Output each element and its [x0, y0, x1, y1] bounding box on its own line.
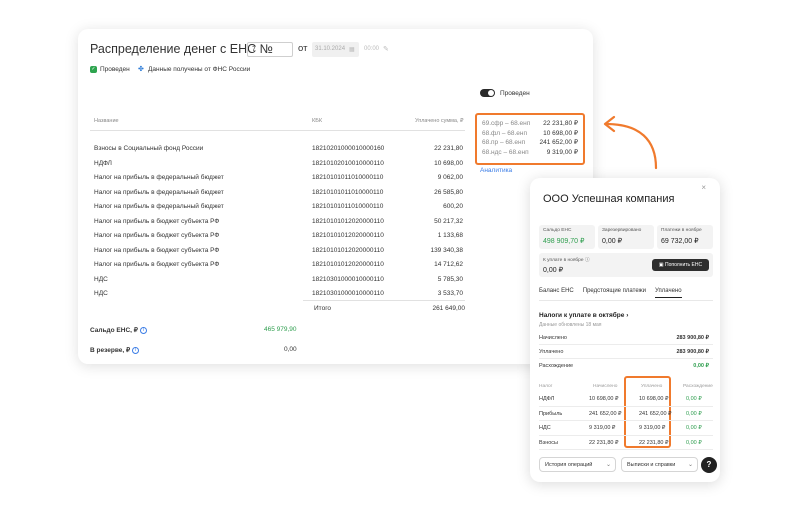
tab-upcoming[interactable]: Предстоящие платежи [583, 288, 646, 298]
chevron-down-icon: ⌄ [687, 462, 693, 468]
divider [539, 449, 713, 450]
tax-cell-diff: 0,00 ₽ [686, 396, 702, 402]
kpi-value: 0,00 ₽ [602, 238, 623, 245]
summary-accrued: Начислено 283 900,80 ₽ [539, 335, 713, 341]
statements-select-label: Выписки и справки [627, 462, 676, 468]
divider [539, 434, 713, 436]
tab-balance[interactable]: Баланс ЕНС [539, 288, 574, 298]
statements-select[interactable]: Выписки и справки ⌄ [621, 457, 698, 472]
tax-cell-paid: 9 319,00 ₽ [639, 425, 666, 431]
tax-cell-paid: 10 698,00 ₽ [639, 396, 669, 402]
to-pay-label: К уплате в ноябре ⓘ [543, 256, 590, 263]
chevron-down-icon: ⌄ [605, 462, 611, 468]
kpi-reserved: Зарезервировано 0,00 ₽ [598, 225, 654, 249]
tax-cell-tax: НДС [539, 425, 551, 431]
company-title: ООО Успешная компания [543, 193, 675, 205]
section-subtitle: Данные обновлены 18 мая [539, 322, 602, 328]
tab-paid[interactable]: Уплачено [654, 288, 682, 298]
tax-cell-accrued: 10 698,00 ₽ [589, 396, 619, 402]
tax-cell-tax: Взносы [539, 439, 558, 446]
kpi-label: Зарезервировано [602, 228, 642, 233]
divider [539, 420, 713, 421]
tax-cell-paid: 241 652,00 ₽ [639, 410, 672, 417]
kpi-november-payments: Платежи в ноябре 69 732,00 ₽ [657, 225, 713, 249]
summary-label: Уплачено [539, 349, 564, 355]
section-title-text: Налоги к уплате в октябре [539, 312, 625, 319]
to-pay-label-text: К уплате в ноябре [543, 258, 584, 263]
tax-cell-accrued: 9 319,00 ₽ [589, 425, 616, 431]
kpi-saldo: Сальдо ЕНС 498 909,70 ₽ [539, 225, 595, 249]
col-header-accrued: Начислено [593, 384, 618, 389]
tax-cell-diff: 0,00 ₽ [686, 410, 702, 417]
kpi-value: 498 909,70 ₽ [543, 238, 585, 245]
summary-paid: Уплачено 283 900,80 ₽ [539, 349, 713, 355]
tax-cell-tax: НДФЛ [539, 396, 555, 402]
summary-label: Расхождение [539, 363, 574, 369]
help-icon[interactable]: ? [701, 457, 717, 473]
info-icon[interactable]: ⓘ [585, 258, 590, 263]
to-pay-box: К уплате в ноябре ⓘ 0,00 ₽ ▣ Пополнить Е… [539, 253, 713, 277]
top-up-ens-button[interactable]: ▣ Пополнить ЕНС [652, 259, 709, 271]
summary-label: Начислено [539, 335, 567, 341]
history-select-label: История операций [545, 462, 593, 468]
company-panel: × ООО Успешная компания Сальдо ЕНС 498 9… [530, 178, 720, 482]
top-up-ens-label: Пополнить ЕНС [665, 262, 703, 268]
tax-cell-paid: 22 231,80 ₽ [639, 439, 669, 446]
summary-value: 283 900,80 ₽ [676, 335, 709, 341]
section-title[interactable]: Налоги к уплате в октябре › [539, 312, 628, 319]
kpi-value: 69 732,00 ₽ [661, 238, 699, 245]
kpi-label: Платежи в ноябре [661, 228, 702, 233]
summary-value: 0,00 ₽ [693, 363, 709, 369]
close-icon[interactable]: × [701, 183, 706, 192]
kpi-label: Сальдо ЕНС [543, 228, 572, 233]
summary-value: 283 900,80 ₽ [676, 349, 709, 355]
tax-cell-diff: 0,00 ₽ [686, 425, 702, 431]
tax-cell-accrued: 241 652,00 ₽ [589, 410, 622, 417]
divider [539, 405, 713, 407]
chevron-right-icon: › [626, 312, 629, 319]
history-select[interactable]: История операций ⌄ [539, 457, 616, 472]
divider [539, 358, 713, 359]
col-header-diff: Расхождение [683, 384, 713, 389]
tabs-divider [539, 300, 713, 301]
tax-cell-accrued: 22 231,80 ₽ [589, 439, 619, 446]
col-header-tax: Налог [539, 384, 553, 389]
tax-cell-diff: 0,00 ₽ [686, 439, 702, 446]
tax-cell-tax: Прибыль [539, 410, 563, 417]
summary-diff: Расхождение 0,00 ₽ [539, 363, 713, 369]
divider [539, 344, 713, 345]
tabs: Баланс ЕНС Предстоящие платежи Уплачено [539, 288, 682, 298]
to-pay-value: 0,00 ₽ [543, 267, 564, 274]
